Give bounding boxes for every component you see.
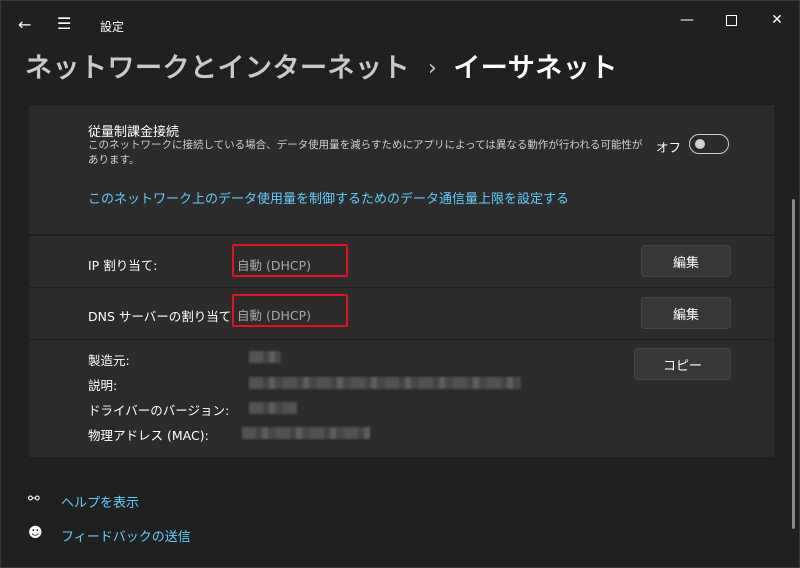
close-button[interactable]: ✕ (754, 9, 800, 31)
toggle-knob (695, 139, 705, 149)
data-limit-link[interactable]: このネットワーク上のデータ使用量を制御するためのデータ通信量上限を設定する (88, 188, 569, 207)
scrollbar[interactable] (792, 199, 795, 529)
driver-version-value-redacted (249, 402, 297, 414)
adapter-properties-card: 製造元: 説明: ドライバーのバージョン: 物理アドレス (MAC): コピー (29, 340, 774, 457)
description-label: 説明: (88, 378, 118, 393)
get-help-link[interactable]: ヘルプを表示 (61, 492, 139, 511)
metered-connection-toggle[interactable] (689, 134, 729, 154)
ip-assignment-row: IP 割り当て: 自動 (DHCP) 編集 (29, 236, 774, 287)
hamburger-menu-icon[interactable]: ☰ (57, 16, 71, 32)
dns-assignment-label: DNS サーバーの割り当て: (88, 309, 236, 324)
title-bar: ← ☰ 設定 — ✕ (1, 1, 800, 41)
back-arrow-icon[interactable]: ← (18, 17, 31, 33)
close-icon: ✕ (771, 12, 783, 28)
ip-assignment-value: 自動 (DHCP) (237, 258, 312, 273)
settings-window: ← ☰ 設定 — ✕ ネットワークとインターネット › イーサネット 従量制課金接続… (0, 0, 800, 568)
minimize-button[interactable]: — (664, 9, 710, 31)
mac-address-label: 物理アドレス (MAC): (88, 428, 209, 443)
dns-assignment-row: DNS サーバーの割り当て: 自動 (DHCP) 編集 (29, 288, 774, 339)
feedback-icon: ☻ (28, 525, 43, 541)
breadcrumb: ネットワークとインターネット › イーサネット (25, 46, 618, 85)
minimize-icon: — (680, 12, 694, 28)
metered-connection-description: このネットワークに接続している場合、データ使用量を減らすためにアプリによっては異… (88, 139, 643, 166)
mac-address-value-redacted (242, 427, 370, 439)
toggle-state-label: オフ (656, 140, 682, 155)
dns-edit-button[interactable]: 編集 (641, 297, 731, 329)
ip-edit-button[interactable]: 編集 (641, 245, 731, 277)
copy-button[interactable]: コピー (634, 348, 731, 380)
manufacturer-label: 製造元: (88, 353, 130, 368)
ip-assignment-label: IP 割り当て: (88, 258, 158, 273)
help-icon: ⚯ (28, 491, 40, 507)
dns-assignment-value: 自動 (DHCP) (237, 308, 312, 323)
breadcrumb-separator: › (428, 56, 438, 81)
app-title: 設定 (100, 20, 125, 34)
page-title: イーサネット (453, 53, 618, 84)
breadcrumb-parent[interactable]: ネットワークとインターネット (25, 53, 410, 84)
give-feedback-link[interactable]: フィードバックの送信 (61, 526, 191, 545)
maximize-button[interactable] (708, 9, 754, 31)
driver-version-label: ドライバーのバージョン: (88, 403, 230, 418)
manufacturer-value-redacted (249, 351, 281, 363)
description-value-redacted (249, 377, 521, 389)
metered-connection-card: 従量制課金接続 このネットワークに接続している場合、データ使用量を減らすためにア… (29, 104, 774, 234)
maximize-icon (725, 14, 737, 26)
